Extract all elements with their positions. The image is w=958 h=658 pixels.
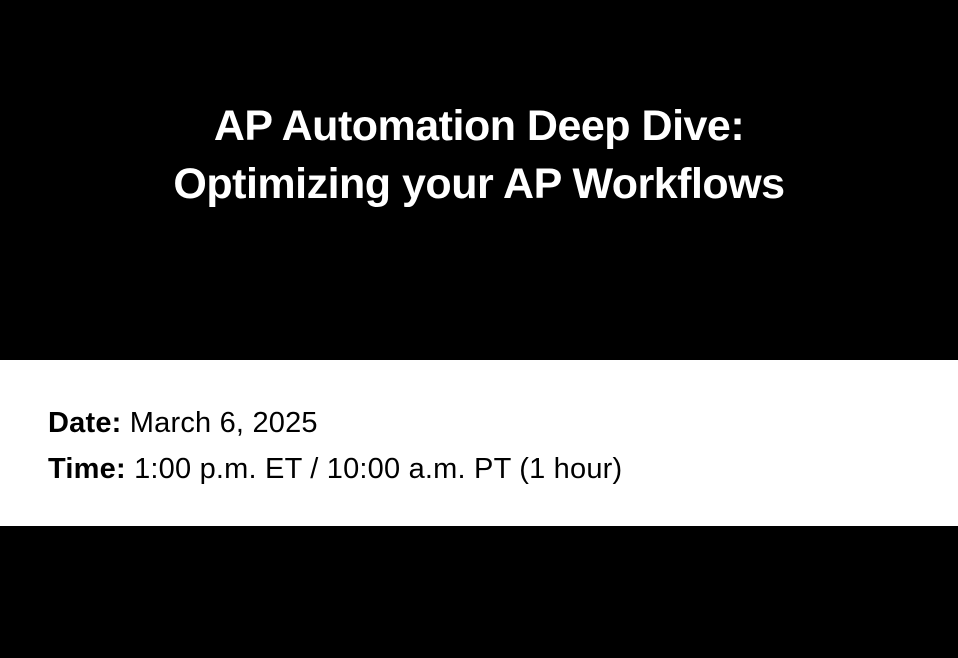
title-line-1: AP Automation Deep Dive:	[214, 102, 744, 150]
time-label: Time:	[48, 453, 126, 485]
date-label: Date:	[48, 407, 122, 439]
event-details: Date: March 6, 2025 Time: 1:00 p.m. ET /…	[0, 360, 958, 526]
date-row: Date: March 6, 2025	[48, 400, 910, 446]
time-value: 1:00 p.m. ET / 10:00 a.m. PT (1 hour)	[126, 453, 623, 485]
page-title: AP Automation Deep Dive: Optimizing your…	[173, 97, 784, 213]
time-row: Time: 1:00 p.m. ET / 10:00 a.m. PT (1 ho…	[48, 446, 910, 492]
date-value: March 6, 2025	[122, 407, 318, 439]
bottom-bar	[0, 526, 958, 658]
hero-banner: AP Automation Deep Dive: Optimizing your…	[0, 0, 958, 360]
title-line-2: Optimizing your AP Workflows	[173, 160, 784, 208]
